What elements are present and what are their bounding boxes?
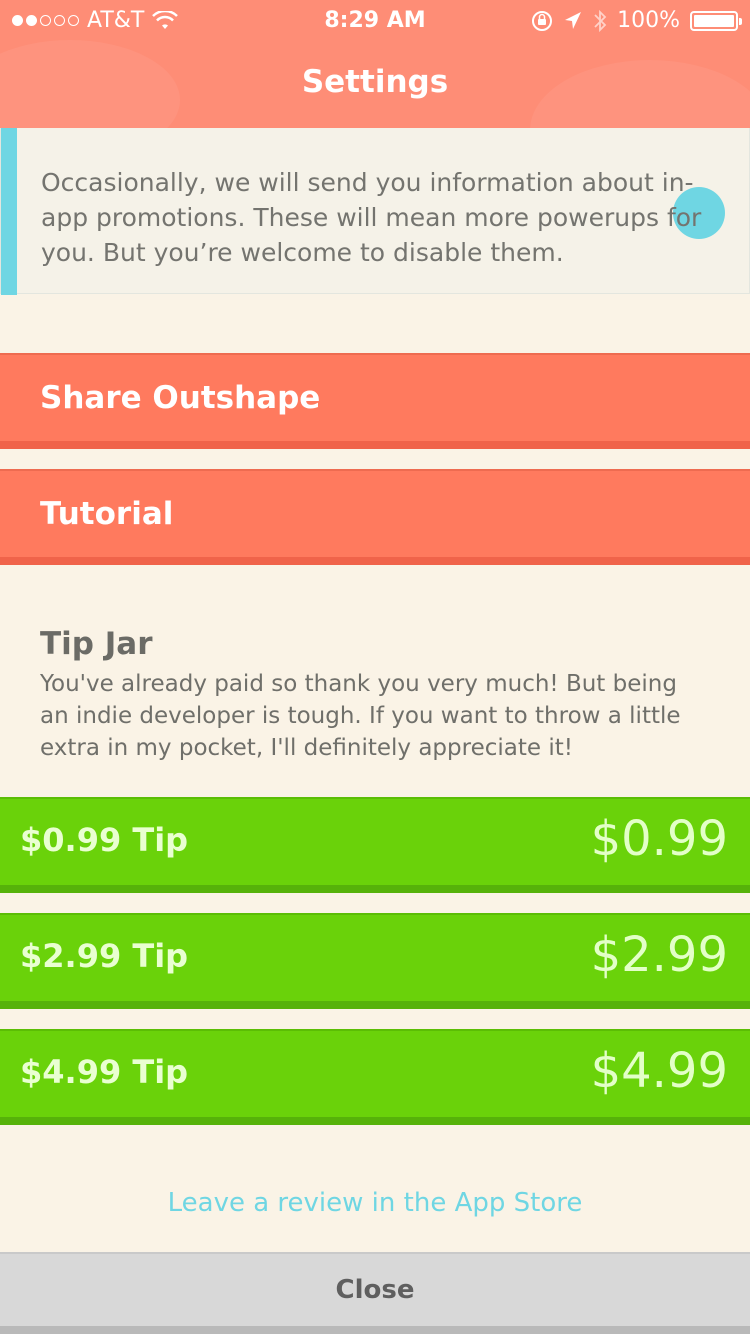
promo-accent-bar bbox=[1, 101, 17, 295]
share-outshape-button[interactable]: Share Outshape bbox=[0, 353, 750, 449]
tip-499-button[interactable]: $4.99 Tip $4.99 bbox=[0, 1029, 750, 1125]
location-arrow-icon bbox=[565, 11, 582, 29]
tip-299-button[interactable]: $2.99 Tip $2.99 bbox=[0, 913, 750, 1009]
page-title: Settings bbox=[301, 64, 449, 100]
battery-percent: 100% bbox=[617, 8, 680, 33]
bluetooth-icon bbox=[594, 9, 607, 32]
tip-label: $2.99 Tip bbox=[20, 937, 189, 975]
promo-description: Occasionally, we will send you informati… bbox=[41, 168, 702, 267]
tutorial-button[interactable]: Tutorial bbox=[0, 469, 750, 565]
tip-jar-title: Tip Jar bbox=[40, 626, 153, 662]
tip-price: $4.99 bbox=[590, 1043, 728, 1099]
orientation-lock-icon bbox=[532, 10, 553, 31]
close-button[interactable]: Close bbox=[0, 1252, 750, 1334]
tip-label: $4.99 Tip bbox=[20, 1053, 189, 1091]
tip-jar-description: You've already paid so thank you very mu… bbox=[40, 671, 681, 761]
promotions-card: Occasionally, we will send you informati… bbox=[0, 100, 750, 295]
battery-icon bbox=[690, 10, 742, 31]
tip-price: $0.99 bbox=[590, 811, 728, 867]
nav-header: AT&T 8:29 AM 100% Settings bbox=[0, 0, 750, 128]
tip-label: $0.99 Tip bbox=[20, 821, 189, 859]
tip-099-button[interactable]: $0.99 Tip $0.99 bbox=[0, 797, 750, 893]
status-bar: AT&T 8:29 AM 100% bbox=[0, 0, 750, 40]
status-right: 100% bbox=[531, 8, 742, 33]
tip-price: $2.99 bbox=[590, 927, 728, 983]
app-store-review-link[interactable]: Leave a review in the App Store bbox=[0, 1188, 750, 1218]
